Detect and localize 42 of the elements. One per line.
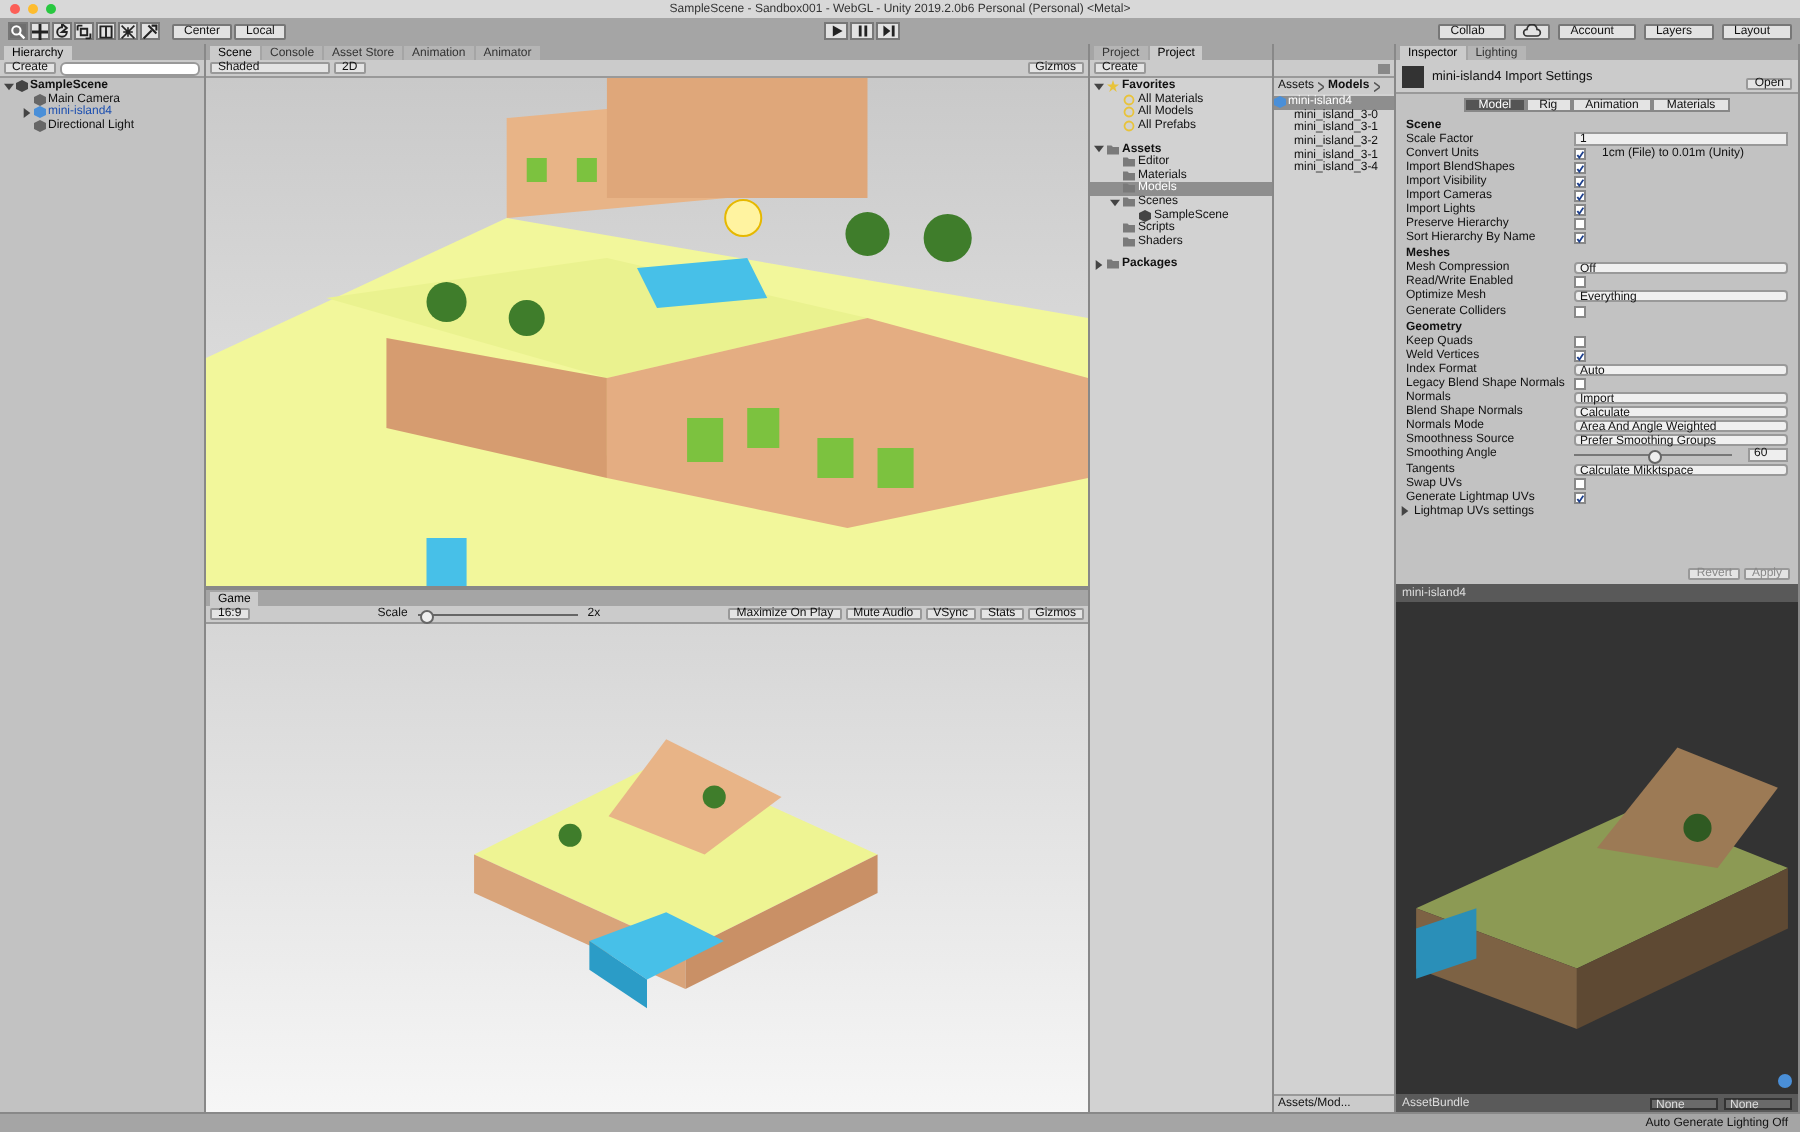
checkbox[interactable] xyxy=(1574,491,1586,504)
custom-tool-button[interactable] xyxy=(140,22,160,40)
checkbox[interactable] xyxy=(1574,218,1586,231)
scene-icon xyxy=(1138,209,1152,222)
search-field[interactable] xyxy=(60,61,200,75)
expand-arrow-icon[interactable] xyxy=(1094,259,1104,270)
expand-arrow-icon[interactable] xyxy=(1400,506,1410,517)
checkbox[interactable] xyxy=(1574,305,1586,318)
play-button[interactable] xyxy=(824,22,849,40)
checkbox[interactable] xyxy=(1574,232,1586,245)
checkbox[interactable] xyxy=(1574,477,1586,490)
checkbox[interactable] xyxy=(1574,189,1586,202)
object-icon xyxy=(34,120,46,133)
pause-button[interactable] xyxy=(850,22,875,40)
object-icon xyxy=(34,93,46,106)
expand-arrow-icon[interactable] xyxy=(1094,81,1104,92)
expand-arrow-icon[interactable] xyxy=(4,81,14,92)
star-icon xyxy=(1106,80,1120,93)
checkbox[interactable] xyxy=(1574,276,1586,289)
rotate-tool-button[interactable] xyxy=(52,22,72,40)
checkbox[interactable] xyxy=(1574,377,1586,390)
checkbox[interactable] xyxy=(1574,349,1586,362)
move-tool-button[interactable] xyxy=(30,22,50,40)
expand-arrow-icon[interactable] xyxy=(22,107,32,118)
model-preview[interactable] xyxy=(1396,602,1798,1094)
model-thumbnail xyxy=(1402,65,1424,87)
cloud-button[interactable] xyxy=(1514,23,1551,39)
expand-arrow-icon[interactable] xyxy=(1094,144,1104,155)
hand-tool-button[interactable] xyxy=(8,22,28,40)
rect-tool-button[interactable] xyxy=(96,22,116,40)
checkbox[interactable] xyxy=(1574,147,1586,160)
transform-tool-button[interactable] xyxy=(118,22,138,40)
checkbox[interactable] xyxy=(1574,175,1586,188)
prefab-icon xyxy=(34,106,46,119)
expand-arrow-icon[interactable] xyxy=(1110,197,1120,208)
checkbox[interactable] xyxy=(1574,161,1586,174)
chevron-icon xyxy=(1373,81,1380,91)
chevron-icon xyxy=(1318,81,1325,91)
checkbox[interactable] xyxy=(1574,204,1586,217)
checkbox[interactable] xyxy=(1574,335,1586,348)
scale-tool-button[interactable] xyxy=(74,22,94,40)
step-button[interactable] xyxy=(876,22,901,40)
